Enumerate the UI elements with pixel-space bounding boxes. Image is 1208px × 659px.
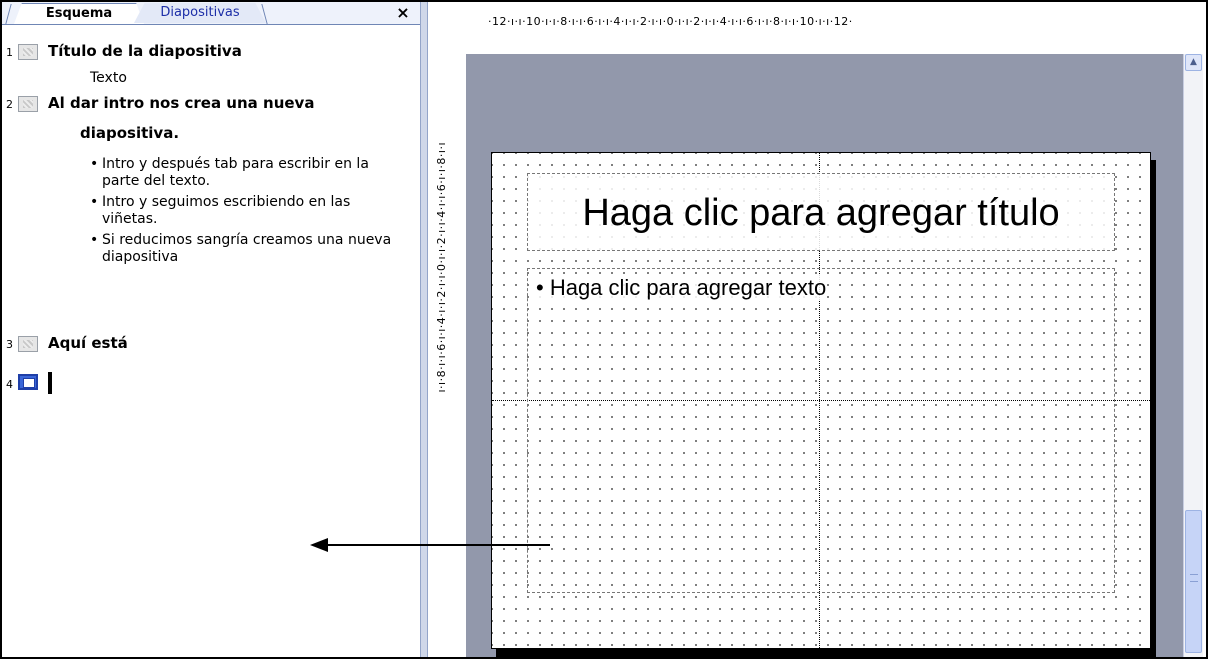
pane-splitter[interactable] <box>420 2 428 657</box>
slide-title[interactable]: Al dar intro nos crea una nueva <box>48 94 314 112</box>
slide-body-text[interactable]: Texto <box>90 70 127 86</box>
tab-diapositivas[interactable]: Diapositivas <box>134 3 266 23</box>
vertical-ruler: ı·ı·8·ı·ı·6·ı·ı·4·ı·ı·2·ı·ı·0·ı·ı·2·ı·ı·… <box>428 142 456 652</box>
slide-thumbnail-icon[interactable] <box>18 336 38 352</box>
body-placeholder[interactable]: • Haga clic para agregar texto <box>527 268 1115 593</box>
text-cursor <box>48 372 52 394</box>
ruler-scale: ·12·ı·ı·10·ı·ı·8·ı·ı·6·ı·ı·4·ı·ı·2·ı·ı·0… <box>488 15 853 28</box>
bullet-icon: • <box>90 194 99 210</box>
pane-tabbar: Esquema Diapositivas × <box>2 2 420 25</box>
slide-number: 2 <box>6 98 13 111</box>
slide-thumbnail-icon[interactable] <box>18 96 38 112</box>
slide-number: 4 <box>6 378 13 391</box>
tab-divider <box>5 4 12 24</box>
bullet-icon: • <box>90 232 99 248</box>
title-placeholder-text: Haga clic para agregar título <box>582 192 1060 234</box>
horizontal-ruler: ·12·ı·ı·10·ı·ı·8·ı·ı·6·ı·ı·4·ı·ı·2·ı·ı·0… <box>428 2 1183 30</box>
slide-thumbnail-icon[interactable] <box>18 44 38 60</box>
ruler-scale: ı·ı·8·ı·ı·6·ı·ı·4·ı·ı·2·ı·ı·0·ı·ı·2·ı·ı·… <box>435 142 448 393</box>
list-item[interactable]: • Intro y seguimos escribiendo en las vi… <box>90 194 410 228</box>
slide-editor: ·12·ı·ı·10·ı·ı·8·ı·ı·6·ı·ı·4·ı·ı·2·ı·ı·0… <box>428 2 1206 657</box>
slide-title[interactable]: Aquí está <box>48 334 128 352</box>
vertical-scrollbar[interactable]: ▲ <box>1183 54 1203 657</box>
slide-number: 3 <box>6 338 13 351</box>
bullet-text: Intro y después tab para escribir en la … <box>102 156 369 189</box>
list-item[interactable]: • Intro y después tab para escribir en l… <box>90 156 410 190</box>
bullet-text: Intro y seguimos escribiendo en las viñe… <box>102 194 351 227</box>
tab-esquema[interactable]: Esquema <box>14 3 144 24</box>
scroll-thumb[interactable] <box>1185 510 1202 653</box>
powerpoint-window: Esquema Diapositivas × 1 Título de la di… <box>0 0 1208 659</box>
bullet-icon: • <box>90 156 99 172</box>
slide-title[interactable]: Título de la diapositiva <box>48 42 242 60</box>
slide[interactable]: Haga clic para agregar título • Haga cli… <box>491 152 1152 650</box>
selected-slide-icon[interactable] <box>18 374 38 390</box>
grip-icon <box>1190 574 1198 582</box>
body-placeholder-text: • Haga clic para agregar texto <box>536 275 827 301</box>
bullet-text: Si reducimos sangría creamos una nueva d… <box>102 232 392 265</box>
title-placeholder[interactable]: Haga clic para agregar título <box>527 173 1115 251</box>
slide-title-continued[interactable]: diapositiva. <box>80 124 179 142</box>
slide-number: 1 <box>6 46 13 59</box>
outline-pane: Esquema Diapositivas × 1 Título de la di… <box>2 2 420 657</box>
close-pane-button[interactable]: × <box>392 2 414 24</box>
list-item[interactable]: • Si reducimos sangría creamos una nueva… <box>90 232 410 266</box>
scroll-up-button[interactable]: ▲ <box>1185 54 1202 71</box>
